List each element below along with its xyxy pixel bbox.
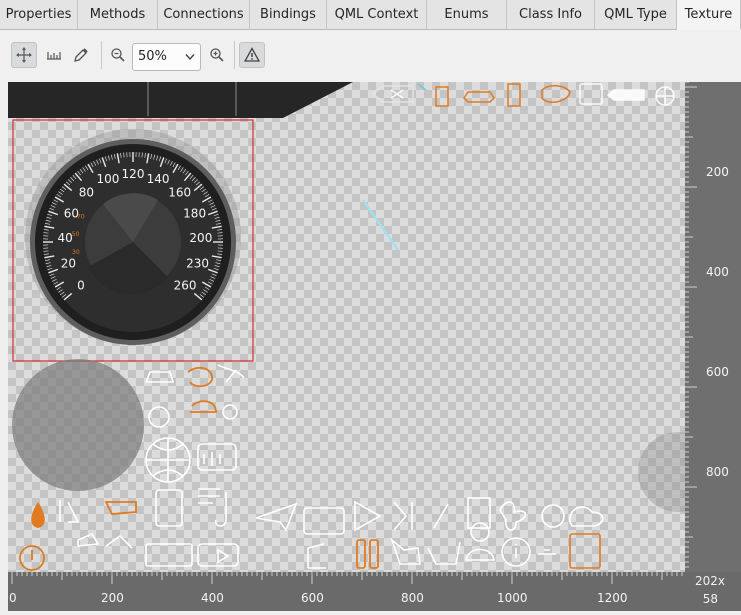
- speed-label: 140: [147, 172, 170, 186]
- tab-connections[interactable]: Connections: [158, 0, 250, 30]
- tab-properties[interactable]: Properties: [0, 0, 78, 30]
- hruler-label: 200: [101, 591, 124, 605]
- speed-label: 260: [174, 279, 197, 293]
- tab-qml-type[interactable]: QML Type: [595, 0, 677, 30]
- texture-height-text: 58: [678, 592, 718, 606]
- measure-icon: [46, 47, 62, 63]
- toolbar-separator: [234, 41, 235, 69]
- vruler-label: 200: [706, 165, 729, 179]
- water-drop-icon: [31, 502, 45, 528]
- icon-grid: [60, 365, 603, 568]
- speed-label: 0: [77, 279, 85, 293]
- tab-texture[interactable]: Texture: [677, 0, 741, 30]
- zoom-out-button[interactable]: [105, 42, 131, 68]
- horizontal-ruler: 0 200 400 600 800 1000 1200: [8, 572, 685, 611]
- warning-toggle-button[interactable]: [239, 42, 265, 68]
- speed-small-label: 70: [77, 214, 85, 221]
- tab-qml-context[interactable]: QML Context: [327, 0, 427, 30]
- speed-label: 100: [96, 172, 119, 186]
- vertical-ruler: 200 400 600 800: [685, 82, 741, 572]
- tab-bindings[interactable]: Bindings: [250, 0, 327, 30]
- texture-size-indicator: 202x 58: [685, 572, 741, 611]
- zoom-out-icon: [110, 47, 126, 63]
- speed-label: 180: [183, 206, 206, 220]
- tab-methods[interactable]: Methods: [78, 0, 158, 30]
- top-orange-icons: [436, 84, 570, 106]
- hruler-label: 1000: [497, 591, 528, 605]
- move-icon: [16, 47, 32, 63]
- zoom-value: 50%: [138, 49, 167, 64]
- texture-width-text: 202x: [685, 574, 725, 588]
- top-frame-graphic: [8, 82, 353, 118]
- vruler-label: 800: [706, 465, 729, 479]
- texture-atlas-image: CO 020406080100120140160180200230260 305…: [8, 82, 685, 572]
- texture-viewport[interactable]: CO 020406080100120140160180200230260 305…: [8, 82, 685, 572]
- zoom-in-button[interactable]: [204, 42, 230, 68]
- speed-label: 20: [61, 256, 76, 270]
- speed-label: 200: [189, 231, 212, 245]
- speedometer-graphic: 020406080100120140160180200230260 305070: [25, 129, 241, 345]
- speed-small-label: 30: [72, 249, 80, 256]
- measure-tool-button[interactable]: [41, 42, 67, 68]
- shadow-disc: [12, 359, 144, 491]
- zoom-in-icon: [209, 47, 225, 63]
- chevron-down-icon: [185, 53, 195, 61]
- vruler-label: 400: [706, 265, 729, 279]
- color-picker-button[interactable]: [68, 42, 94, 68]
- tab-enums[interactable]: Enums: [427, 0, 507, 30]
- hruler-label: 0: [9, 591, 17, 605]
- hruler-label: 400: [201, 591, 224, 605]
- speed-small-label: 50: [72, 231, 80, 238]
- color-picker-icon: [73, 47, 89, 63]
- toolbar-separator: [101, 41, 102, 69]
- hruler-label: 600: [301, 591, 324, 605]
- vruler-label: 600: [706, 365, 729, 379]
- move-tool-button[interactable]: [11, 42, 37, 68]
- speed-label: 80: [79, 186, 94, 200]
- left-margin: [0, 82, 8, 611]
- tab-bar: PropertiesMethodsConnectionsBindingsQML …: [0, 0, 741, 30]
- warning-icon: [244, 47, 260, 63]
- speed-label: 160: [168, 186, 191, 200]
- top-icon-strip: [373, 84, 674, 105]
- speed-label: 230: [186, 256, 209, 270]
- texture-toolbar: 50%: [0, 31, 741, 81]
- hruler-label: 800: [401, 591, 424, 605]
- hruler-label: 1200: [597, 591, 628, 605]
- speed-label: 120: [122, 167, 145, 181]
- tab-class-info[interactable]: Class Info: [507, 0, 595, 30]
- zoom-select[interactable]: 50%: [132, 43, 201, 71]
- speed-label: 40: [57, 231, 72, 245]
- light-streak: [363, 200, 398, 250]
